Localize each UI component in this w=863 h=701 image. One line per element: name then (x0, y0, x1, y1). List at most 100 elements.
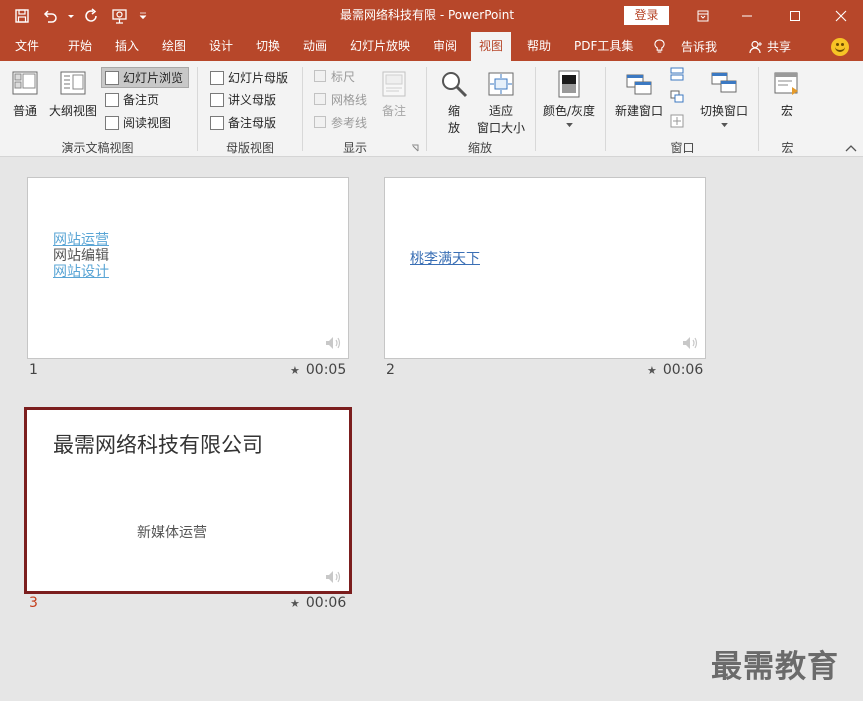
slide-1-text-line-3: 网站设计 (53, 264, 109, 280)
group-label-window: 窗口 (670, 141, 695, 155)
reading-view-icon (105, 115, 119, 130)
tab-animations[interactable]: 动画 (295, 32, 335, 61)
group-separator (197, 67, 198, 151)
tab-file[interactable]: 文件 (7, 32, 47, 61)
tab-slideshow[interactable]: 幻灯片放映 (342, 32, 418, 61)
login-button[interactable]: 登录 (624, 6, 669, 25)
group-label-zoom: 缩放 (467, 141, 492, 155)
arrange-all-icon[interactable] (670, 67, 684, 81)
tell-me-box[interactable]: 告诉我 (654, 32, 717, 61)
minimize-icon[interactable] (725, 0, 769, 32)
switch-windows-icon (711, 72, 737, 93)
tab-help[interactable]: 帮助 (519, 32, 559, 61)
slide-sorter-icon (105, 70, 119, 85)
notes-button[interactable]: 备注 (379, 69, 409, 119)
chevron-down-icon (720, 123, 728, 128)
share-button[interactable]: 共享 (749, 32, 791, 61)
guides-checkbox[interactable]: 参考线 (314, 112, 367, 132)
undo-icon[interactable] (38, 4, 62, 28)
lightbulb-icon (654, 39, 665, 53)
slide-master-button[interactable]: 幻灯片母版 (207, 67, 291, 88)
group-separator (535, 67, 536, 151)
slide-2-link-text: 桃李满天下 (410, 251, 480, 267)
slide-1-text-line-1: 网站运营 (53, 232, 109, 248)
group-separator (605, 67, 606, 151)
slide-number-1: 1 (29, 362, 38, 378)
tell-me-label: 告诉我 (681, 40, 718, 54)
save-icon[interactable] (10, 4, 34, 28)
watermark-text: 最需教育 (711, 649, 839, 685)
color-grayscale-button[interactable]: 颜色/灰度 (543, 69, 595, 128)
ribbon-tab-bar: 文件 开始 插入 绘图 设计 切换 动画 幻灯片放映 审阅 视图 帮助 PDF工… (0, 32, 863, 62)
handout-master-button[interactable]: 讲义母版 (207, 89, 279, 110)
normal-view-button[interactable]: 普通 (10, 69, 40, 119)
switch-windows-button[interactable]: 切换窗口 (700, 69, 748, 128)
slide-thumbnail-2[interactable]: 桃李满天下 (384, 177, 706, 359)
tab-transitions[interactable]: 切换 (248, 32, 288, 61)
outline-view-icon (60, 71, 86, 95)
title-bar: 最需网络科技有限 - PowerPoint 登录 (0, 0, 863, 32)
maximize-icon[interactable] (773, 0, 817, 32)
tab-pdf-tools[interactable]: PDF工具集 (566, 32, 641, 61)
notes-icon (382, 71, 406, 97)
tab-draw[interactable]: 绘图 (154, 32, 194, 61)
feedback-smiley-icon[interactable] (831, 38, 849, 56)
slide-number-3: 3 (29, 595, 38, 611)
new-window-button[interactable]: 新建窗口 (615, 69, 663, 119)
slide-3-title: 最需网络科技有限公司 (53, 433, 263, 457)
normal-view-icon (12, 71, 38, 95)
ribbon-display-options-icon[interactable] (681, 0, 725, 32)
zoom-button[interactable]: 缩 放 (439, 69, 469, 136)
macro-icon (774, 72, 798, 95)
group-label-presentation-views: 演示文稿视图 (61, 141, 134, 155)
reading-view-button[interactable]: 阅读视图 (102, 112, 174, 133)
slide-sorter-button[interactable]: 幻灯片浏览 (101, 67, 189, 88)
show-dialog-launcher-icon[interactable] (411, 144, 419, 152)
group-separator (758, 67, 759, 151)
person-icon (749, 40, 762, 53)
transition-star-icon: ★ (290, 363, 300, 377)
group-label-show: 显示 (342, 141, 367, 155)
slide-thumbnail-3[interactable]: 最需网络科技有限公司 新媒体运营 (24, 407, 352, 594)
close-icon[interactable] (819, 0, 863, 32)
slide-timing-2: ★ 00:06 (647, 362, 704, 378)
speaker-icon (326, 571, 341, 583)
transition-star-icon: ★ (290, 596, 300, 610)
customize-qat-icon[interactable] (136, 4, 150, 28)
window-title: 最需网络科技有限 - PowerPoint (340, 8, 515, 22)
share-label: 共享 (767, 40, 792, 54)
transition-star-icon: ★ (647, 363, 657, 377)
tab-review[interactable]: 审阅 (425, 32, 465, 61)
slide-thumbnail-1[interactable]: 网站运营 网站编辑 网站设计 (27, 177, 349, 359)
move-split-icon[interactable] (670, 114, 684, 128)
start-slideshow-icon[interactable] (108, 4, 132, 28)
speaker-icon (683, 337, 698, 349)
magnifier-icon (442, 72, 468, 98)
slide-number-2: 2 (386, 362, 395, 378)
undo-dropdown-icon[interactable] (66, 4, 76, 28)
notes-master-button[interactable]: 备注母版 (207, 112, 279, 133)
ruler-checkbox[interactable]: 标尺 (314, 66, 355, 86)
notes-page-icon (105, 92, 119, 107)
tab-view[interactable]: 视图 (471, 32, 512, 62)
slide-timing-1: ★ 00:05 (290, 362, 347, 378)
tab-insert[interactable]: 插入 (107, 32, 147, 61)
collapse-ribbon-icon[interactable] (845, 143, 857, 153)
fit-to-window-button[interactable]: 适应 窗口大小 (477, 69, 525, 136)
slide-3-subtitle: 新媒体运营 (137, 525, 207, 541)
tab-home[interactable]: 开始 (60, 32, 100, 61)
macros-button[interactable]: 宏 (772, 69, 802, 119)
tab-design[interactable]: 设计 (201, 32, 241, 61)
notes-page-button[interactable]: 备注页 (102, 89, 162, 110)
redo-icon[interactable] (80, 4, 104, 28)
cascade-icon[interactable] (670, 90, 684, 104)
slide-timing-3: ★ 00:06 (290, 595, 347, 611)
slide-1-text-line-2: 网站编辑 (53, 248, 109, 264)
group-separator (302, 67, 303, 151)
outline-view-button[interactable]: 大纲视图 (49, 69, 97, 119)
ribbon-view: 普通 大纲视图 幻灯片浏览 备注页 阅读视图 演示文稿视图 幻灯片母版 讲义母版… (0, 61, 863, 157)
fit-to-window-icon (488, 72, 514, 96)
group-separator (426, 67, 427, 151)
gridlines-checkbox[interactable]: 网格线 (314, 89, 367, 109)
group-label-master-views: 母版视图 (225, 141, 274, 155)
